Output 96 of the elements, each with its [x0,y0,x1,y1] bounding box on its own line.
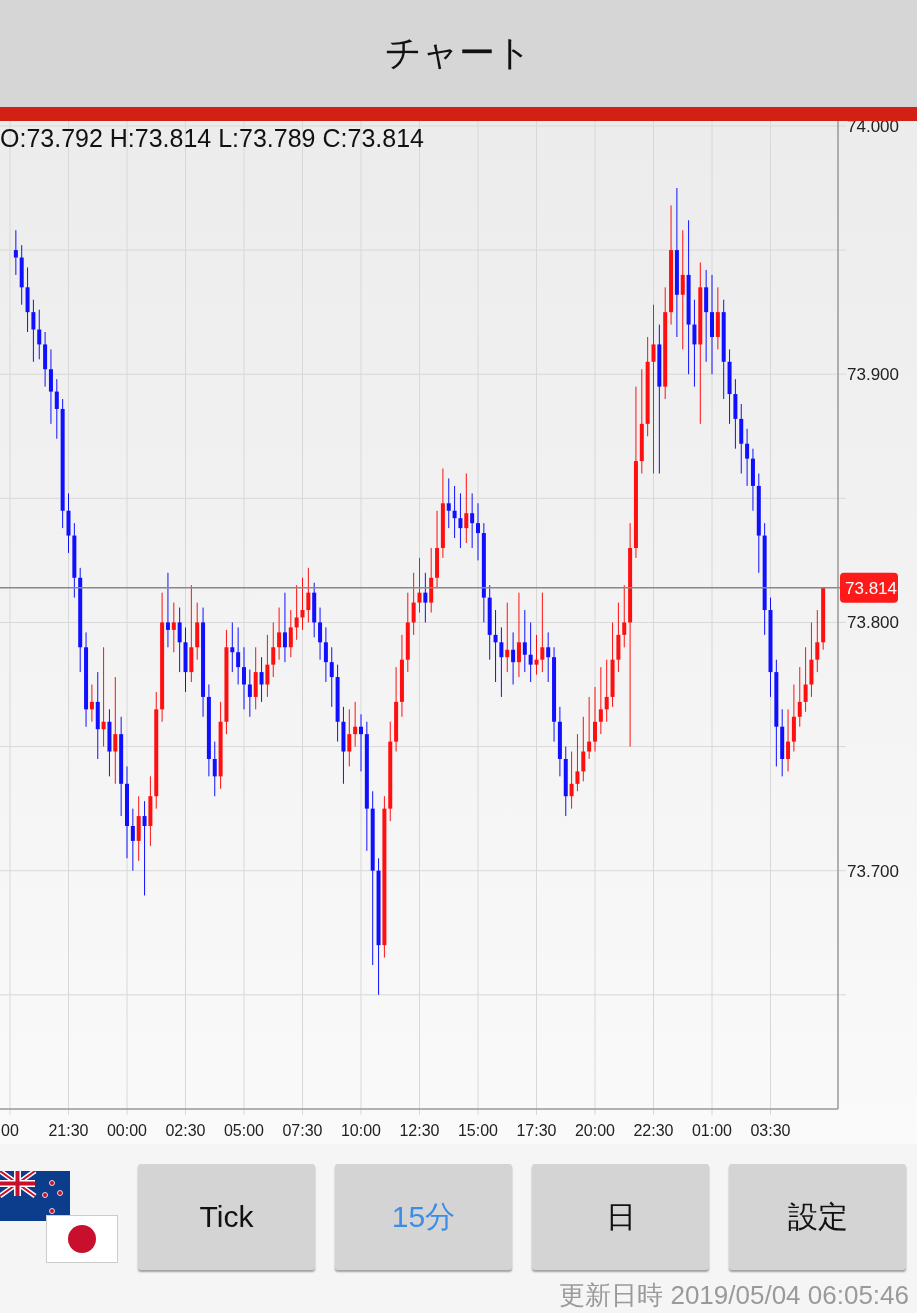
candlestick [236,627,241,686]
candlestick [212,741,217,797]
candlestick [505,602,510,673]
candlestick [271,622,276,678]
candlestick [282,592,287,663]
ohlc-readout: O:73.792 H:73.814 L:73.789 C:73.814 [0,124,424,153]
candlestick [546,632,551,683]
candlestick [230,622,235,673]
candlestick [411,572,416,636]
candlestick [815,609,820,673]
candlestick [581,716,586,783]
time-axis-label: 01:00 [692,1122,732,1140]
candlestick [130,808,135,872]
candlestick [598,666,603,735]
candlestick [101,647,106,748]
period-button[interactable]: Tick [138,1164,315,1270]
candlestick [359,714,363,773]
candlestick [622,584,627,649]
candlestick [452,485,457,539]
candlestick [786,709,791,773]
candlestick [446,478,451,529]
time-axis-label: 20:00 [575,1122,615,1140]
candlestick [476,503,480,562]
candlestick [353,701,358,748]
candlestick [511,632,516,686]
price-axis-label: 73.800 [847,613,899,633]
candlestick [347,709,352,768]
candlestick [48,349,53,425]
candlestick [171,602,176,653]
disc-flag-icon [46,1215,118,1263]
time-axis-label: 07:30 [282,1122,323,1140]
current-price-tag: 73.814 [840,572,898,603]
candlestick [31,299,36,363]
candlestick [89,684,94,723]
period-button[interactable]: 設定 [729,1164,906,1270]
candlestick [797,666,802,728]
time-axis-label: 22:30 [633,1122,674,1140]
candlestick [294,584,299,641]
candlestick [323,627,328,683]
candlestick [329,647,334,708]
candlestick [247,669,252,718]
candlestick [587,696,592,760]
candlestick [242,647,246,711]
time-axis-label: 02:30 [165,1122,206,1140]
candlestick [464,473,469,544]
time-axis-label: 00 [1,1122,19,1140]
time-axis-label: 17:30 [516,1122,557,1140]
time-axis-label: 10:00 [341,1122,381,1140]
time-axis-label: 15:00 [458,1122,498,1140]
candlestick [142,800,147,897]
candlestick [277,607,282,661]
time-axis-label: 12:30 [399,1122,440,1140]
time-axis-label: 03:30 [750,1122,791,1140]
time-axis-label: 00:00 [107,1122,147,1140]
candlestick [259,656,264,703]
price-axis-label: 73.700 [847,861,899,881]
candlestick [528,622,533,683]
candlestick [423,572,428,624]
candlestick [306,567,311,624]
time-axis-label: 21:30 [48,1122,89,1140]
candlestick [692,299,697,388]
updated-timestamp: 更新日時 2019/05/04 06:05:46 [558,1279,910,1312]
candlestick [651,304,656,475]
candlestick [534,634,539,676]
cross-star-flag-icon [0,1171,70,1221]
candlestick [417,557,422,614]
price-axis-label: 74.000 [847,121,899,137]
candlestick [265,634,270,698]
candlestick [165,572,170,649]
candlestick [604,659,609,723]
period-button[interactable]: 日 [532,1164,709,1270]
candlestick [470,493,475,549]
candlestick [177,607,182,673]
screen-title: チャート [385,31,532,76]
candlestick [499,627,504,698]
price-axis-label: 73.900 [847,365,899,385]
candlestick [113,676,118,785]
candlestick [318,607,323,661]
candlestick [54,378,59,440]
candlestick [680,229,685,351]
candlestick [493,609,498,683]
candlestick [37,309,42,361]
candlestick [13,229,18,276]
candlestick [540,592,545,673]
ref-line-label: 73.814 [845,578,897,598]
candlestick [522,609,527,673]
candlestick [458,493,463,549]
candlestick [575,733,580,792]
candlestick [803,647,808,713]
candlestick [569,751,574,810]
candlestick [516,592,521,678]
candlestick [593,686,597,753]
candlestick [300,577,305,631]
time-axis-label: 05:00 [224,1122,264,1140]
candlestick [745,428,750,487]
candlestick [288,609,293,658]
